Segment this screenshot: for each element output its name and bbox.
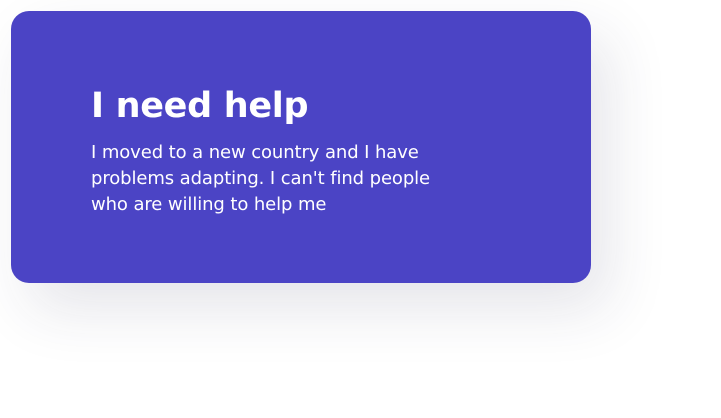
card-title: I need help (91, 86, 309, 126)
page: I need help I moved to a new country and… (0, 0, 721, 418)
card-description: I moved to a new country and I have prob… (91, 142, 431, 215)
help-option-card[interactable]: I need help I moved to a new country and… (11, 11, 591, 283)
